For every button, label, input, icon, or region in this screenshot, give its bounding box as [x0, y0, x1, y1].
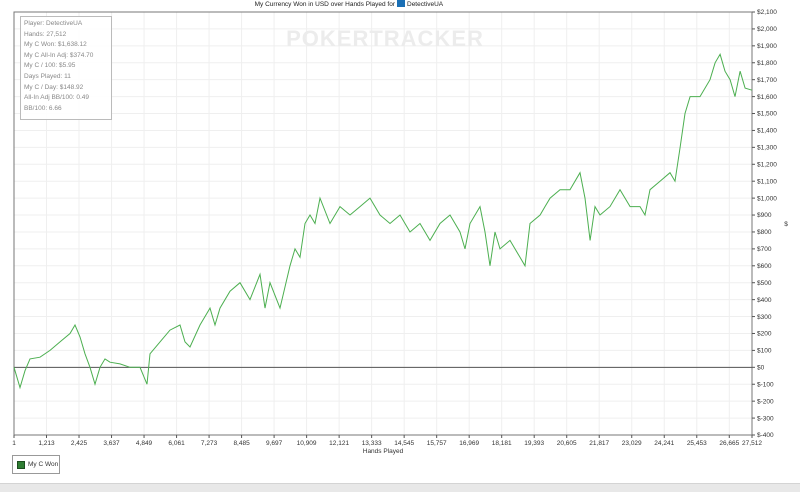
chart-title-player: DetectiveUA: [407, 1, 444, 8]
y-tick-label: $-400: [757, 432, 774, 439]
y-tick-label: $-300: [757, 415, 774, 422]
x-tick-label: 7,273: [201, 440, 218, 447]
x-tick-label: 4,849: [136, 440, 153, 447]
stat-per-100: My C / 100: $5.95: [24, 62, 76, 70]
x-tick-label: 27,512: [742, 440, 762, 447]
stat-per-day: My C / Day: $148.92: [24, 83, 84, 91]
y-tick-label: $1,400: [757, 128, 777, 135]
x-tick-label: 15,757: [427, 440, 447, 447]
stats-box: Player: DetectiveUA Hands: 27,512 My C W…: [20, 16, 112, 120]
x-tick-label: 16,969: [459, 440, 479, 447]
y-tick-label: $500: [757, 280, 772, 287]
player-site-icon: [397, 0, 405, 7]
x-tick-label: 14,545: [394, 440, 414, 447]
stat-bb100: BB/100: 6.66: [24, 104, 62, 112]
x-tick-label: 10,909: [297, 440, 317, 447]
x-tick-label: 12,121: [329, 440, 349, 447]
x-tick-label: 6,061: [168, 440, 185, 447]
plot-border: [13, 11, 753, 436]
stat-allin-bb100: All-In Adj BB/100: 0.49: [24, 94, 90, 102]
y-tick-label: $200: [757, 331, 772, 338]
y-tick-label: $1,900: [757, 43, 777, 50]
x-tick-label: 19,393: [524, 440, 544, 447]
y-tick-label: $400: [757, 297, 772, 304]
x-tick-label: 2,425: [71, 440, 88, 447]
y-tick-label: $600: [757, 263, 772, 270]
x-tick-label: 1: [12, 440, 16, 447]
y-tick-label: $-200: [757, 398, 774, 405]
stat-hands: Hands: 27,512: [24, 30, 67, 38]
x-tick-label: 3,637: [103, 440, 120, 447]
y-tick-label: $1,700: [757, 77, 777, 84]
grid: [13, 11, 753, 436]
y-tick-label: $0: [757, 365, 765, 372]
y-tick-label: $2,100: [757, 9, 777, 16]
y-tick-label: $800: [757, 229, 772, 236]
watermark: POKERTRACKER: [286, 26, 484, 51]
x-tick-label: 21,817: [589, 440, 609, 447]
y-tick-label: $1,000: [757, 195, 777, 202]
stat-days: Days Played: 11: [24, 72, 71, 80]
stat-allin-adj: My C All-In Adj: $374.70: [24, 51, 94, 59]
stat-player: Player: DetectiveUA: [24, 20, 83, 27]
y-tick-label: $1,600: [757, 94, 777, 101]
x-tick-label: 1,213: [38, 440, 55, 447]
x-tick-label: 18,181: [492, 440, 512, 447]
y-tick-label: $-100: [757, 381, 774, 388]
x-tick-label: 26,665: [719, 440, 739, 447]
x-axis-label: Hands Played: [363, 448, 404, 455]
legend: My C Won: [12, 455, 60, 474]
x-tick-label: 23,029: [622, 440, 642, 447]
y-axis-label: $: [784, 221, 788, 228]
y-tick-label: $900: [757, 212, 772, 219]
series-line-my-c-won: [13, 53, 753, 390]
legend-label: My C Won: [28, 461, 59, 468]
x-tick-label: 13,333: [362, 440, 382, 447]
y-tick-label: $2,000: [757, 26, 777, 33]
y-tick-label: $1,300: [757, 145, 777, 152]
y-tick-label: $1,500: [757, 111, 777, 118]
axes: [13, 11, 753, 436]
y-tick-label: $1,100: [757, 178, 777, 185]
ticks: $2,100 $2,000 $1,900 $1,800 $1,700 $1,600 $1,5…: [12, 9, 777, 447]
y-tick-label: $1,200: [757, 161, 777, 168]
x-tick-label: 20,605: [557, 440, 577, 447]
x-tick-label: 24,241: [654, 440, 674, 447]
y-tick-label: $700: [757, 246, 772, 253]
x-tick-label: 25,453: [687, 440, 707, 447]
y-tick-label: $300: [757, 314, 772, 321]
y-tick-label: $1,800: [757, 60, 777, 67]
legend-swatch: [17, 460, 25, 469]
x-tick-label: 9,697: [266, 440, 283, 447]
chart-title: My Currency Won in USD over Hands Played…: [255, 1, 396, 8]
y-tick-label: $100: [757, 348, 772, 355]
stat-won: My C Won: $1,638.12: [24, 41, 87, 49]
chart: POKERTRACKER My Currency Won in USD over…: [12, 0, 788, 455]
x-tick-label: 8,485: [233, 440, 250, 447]
